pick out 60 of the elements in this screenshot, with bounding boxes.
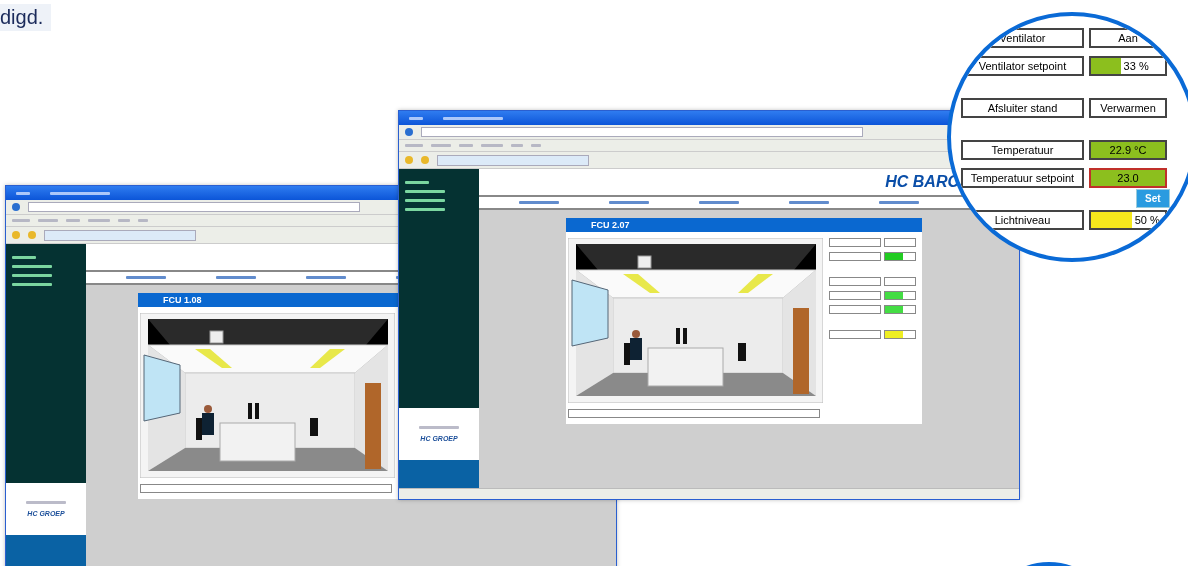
blurred-text [306, 276, 346, 279]
blurred-text [699, 201, 739, 204]
label-box: Afsluiter stand [961, 98, 1084, 118]
panel-title: FCU 2.07 [566, 218, 922, 232]
blurred-text [405, 199, 445, 202]
label-box: Temperatuur [961, 140, 1084, 160]
blurred-text [519, 201, 559, 204]
blurred-text [405, 208, 445, 211]
blurred-text [443, 116, 503, 120]
blurred-text [12, 256, 36, 259]
control-value [884, 238, 916, 247]
blurred-text [879, 201, 919, 204]
blurred-text [50, 191, 110, 195]
blurred-text [126, 276, 166, 279]
control-label [829, 330, 881, 339]
reading-box: 22.9 °C [1089, 140, 1167, 160]
browser-tab[interactable] [437, 154, 589, 166]
blurred-text [531, 144, 541, 147]
control-value [884, 277, 916, 286]
blurred-text [12, 265, 52, 268]
value-box: Verwarmen [1089, 98, 1167, 118]
blurred-text [405, 190, 445, 193]
blurred-text [12, 219, 30, 222]
label-box: Temperatuur setpoint [961, 168, 1084, 188]
blurred-text [419, 426, 459, 429]
blurred-text [459, 144, 473, 147]
blurred-text [511, 144, 523, 147]
control-label [829, 291, 881, 300]
control-value [884, 330, 916, 339]
control-label [829, 277, 881, 286]
setpoint-input[interactable]: 23.0 [1089, 168, 1167, 188]
blurred-text [12, 283, 52, 286]
control-label [829, 305, 881, 314]
control-label [829, 238, 881, 247]
header-logo: HC BARC [885, 173, 959, 191]
blurred-text [88, 219, 110, 222]
control-value [884, 305, 916, 314]
blurred-text [12, 274, 52, 277]
blurred-text [118, 219, 130, 222]
blurred-text [609, 201, 649, 204]
blurred-text [16, 191, 30, 195]
blurred-text [409, 116, 423, 120]
caption-text: digd. [0, 4, 52, 31]
blurred-text [26, 501, 66, 504]
browser-tab[interactable] [44, 229, 196, 241]
level-bar: 33 % [1089, 56, 1167, 76]
control-value [884, 252, 916, 261]
control-value [884, 291, 916, 300]
blurred-text [405, 181, 429, 184]
blurred-text [789, 201, 829, 204]
blurred-text [481, 144, 503, 147]
blurred-text [66, 219, 80, 222]
address-field[interactable] [28, 202, 360, 212]
control-label [829, 252, 881, 261]
address-field[interactable] [421, 127, 863, 137]
blurred-text [216, 276, 256, 279]
blurred-text [38, 219, 58, 222]
blurred-text [431, 144, 451, 147]
blurred-text [405, 144, 423, 147]
blurred-text [138, 219, 148, 222]
